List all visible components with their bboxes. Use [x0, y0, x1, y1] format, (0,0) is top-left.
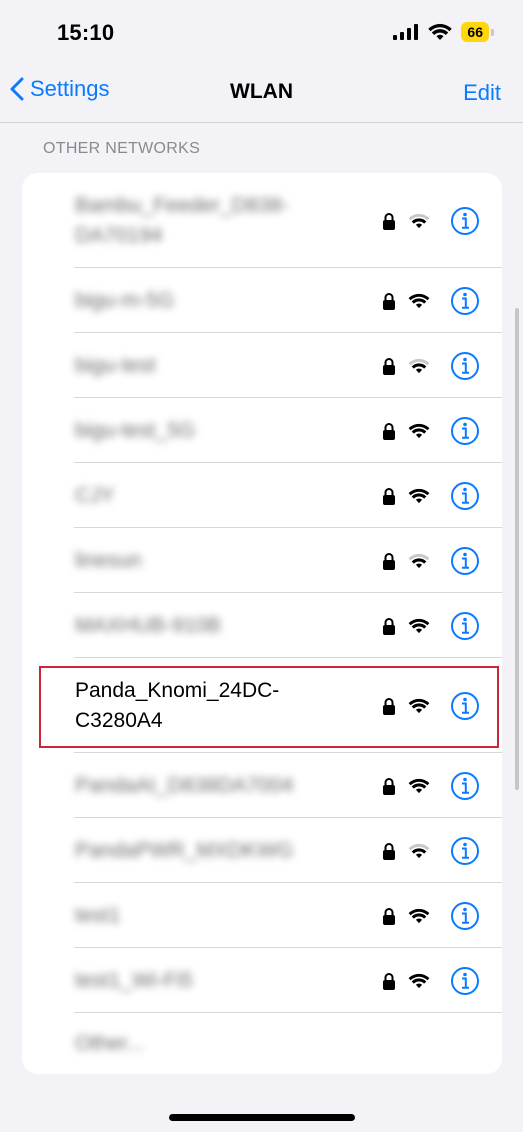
cellular-signal-icon	[393, 24, 419, 40]
network-name: linesun	[75, 548, 142, 572]
lock-icon	[383, 972, 395, 990]
lock-icon	[383, 212, 395, 230]
wifi-signal-icon	[408, 843, 430, 858]
info-icon[interactable]	[450, 966, 480, 996]
home-indicator[interactable]	[169, 1114, 355, 1121]
network-name: bigu-m-5G	[75, 288, 175, 312]
wifi-signal-icon	[408, 618, 430, 633]
network-name: Bambu_Feeder_D838-DA70194	[75, 193, 289, 247]
lock-icon	[383, 697, 395, 715]
info-icon[interactable]	[450, 691, 480, 721]
info-icon[interactable]	[450, 771, 480, 801]
info-icon[interactable]	[450, 836, 480, 866]
network-name: bigu-test	[75, 353, 156, 377]
network-row[interactable]: MAXHUB-910B	[22, 593, 502, 658]
wifi-signal-icon	[408, 908, 430, 923]
scrollbar[interactable]	[515, 308, 519, 790]
wifi-signal-icon	[408, 213, 430, 228]
network-row-icons	[382, 691, 480, 721]
lock-icon	[383, 487, 395, 505]
info-icon[interactable]	[450, 351, 480, 381]
status-icons: 66	[393, 22, 494, 42]
network-row-icons	[382, 611, 480, 641]
other-network-label: Other...	[75, 1031, 144, 1055]
status-time: 15:10	[57, 20, 115, 45]
network-row[interactable]: test1_Wi-Fi5	[22, 948, 502, 1013]
network-row-highlighted[interactable]: Panda_Knomi_24DC-C3280A4	[22, 658, 502, 753]
network-name: bigu-test_5G	[75, 418, 196, 442]
network-name: PandaAI_D838DA7004	[75, 773, 294, 797]
network-row-icons	[382, 966, 480, 996]
network-name: test1	[75, 903, 121, 927]
edit-button[interactable]: Edit	[463, 80, 501, 106]
info-icon[interactable]	[450, 546, 480, 576]
network-row-icons	[382, 481, 480, 511]
lock-icon	[383, 842, 395, 860]
network-row[interactable]: test1	[22, 883, 502, 948]
network-name: Panda_Knomi_24DC-C3280A4	[75, 678, 280, 732]
network-row[interactable]: bigu-test	[22, 333, 502, 398]
network-row-icons	[382, 771, 480, 801]
network-name: MAXHUB-910B	[75, 613, 221, 637]
network-row[interactable]: Bambu_Feeder_D838-DA70194	[22, 173, 502, 268]
page-title: WLAN	[230, 80, 293, 103]
info-icon[interactable]	[450, 416, 480, 446]
lock-icon	[383, 422, 395, 440]
wifi-signal-icon	[408, 553, 430, 568]
info-icon[interactable]	[450, 481, 480, 511]
network-row-icons	[382, 286, 480, 316]
network-name: test1_Wi-Fi5	[75, 968, 193, 992]
network-row[interactable]: bigu-m-5G	[22, 268, 502, 333]
lock-icon	[383, 357, 395, 375]
wifi-signal-icon	[408, 778, 430, 793]
other-network-row[interactable]: Other...	[22, 1013, 502, 1074]
network-row[interactable]: bigu-test_5G	[22, 398, 502, 463]
lock-icon	[383, 617, 395, 635]
lock-icon	[383, 777, 395, 795]
network-row-icons	[382, 206, 480, 236]
info-icon[interactable]	[450, 901, 480, 931]
network-row-icons	[382, 901, 480, 931]
network-row[interactable]: linesun	[22, 528, 502, 593]
wifi-signal-icon	[408, 973, 430, 988]
network-row[interactable]: CJY	[22, 463, 502, 528]
network-row-icons	[382, 351, 480, 381]
nav-divider	[0, 122, 523, 123]
network-row-icons	[382, 546, 480, 576]
network-row[interactable]: PandaPWR_MXDKWG	[22, 818, 502, 883]
info-icon[interactable]	[450, 611, 480, 641]
network-row-icons	[382, 836, 480, 866]
wifi-signal-icon	[408, 358, 430, 373]
network-list: Bambu_Feeder_D838-DA70194 bigu-m-5G bigu-t…	[22, 173, 502, 1074]
network-name: CJY	[75, 483, 115, 507]
lock-icon	[383, 552, 395, 570]
wifi-status-icon	[428, 23, 453, 40]
network-row[interactable]: PandaAI_D838DA7004	[22, 753, 502, 818]
lock-icon	[383, 292, 395, 310]
network-name: PandaPWR_MXDKWG	[75, 838, 294, 862]
info-icon[interactable]	[450, 206, 480, 236]
lock-icon	[383, 907, 395, 925]
wifi-signal-icon	[408, 488, 430, 503]
wifi-signal-icon	[408, 423, 430, 438]
battery-indicator: 66	[461, 22, 494, 42]
info-icon[interactable]	[450, 286, 480, 316]
section-header: OTHER NETWORKS	[43, 140, 201, 157]
wifi-signal-icon	[408, 293, 430, 308]
network-row-icons	[382, 416, 480, 446]
wifi-signal-icon	[408, 698, 430, 713]
